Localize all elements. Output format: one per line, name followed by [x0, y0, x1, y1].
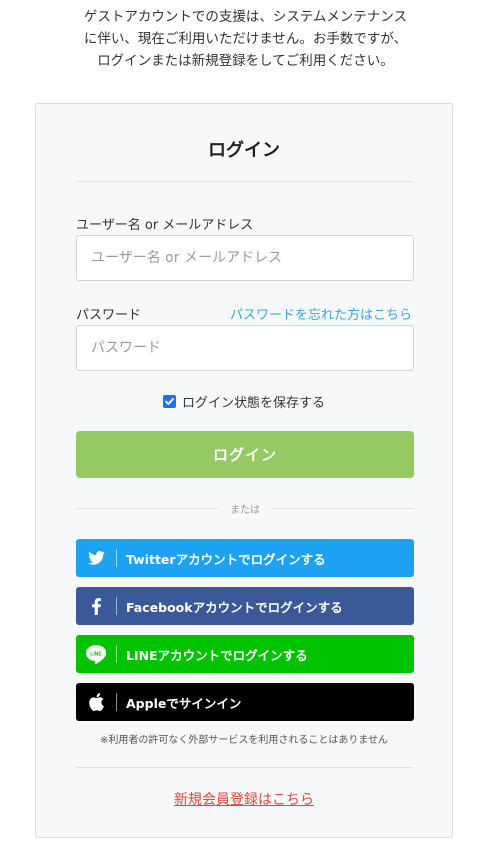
title-divider — [76, 181, 413, 182]
maintenance-notice: ゲストアカウントでの支援は、システムメンテナンス に伴い、現在ご利用いただけませ… — [0, 6, 491, 72]
separator — [116, 597, 117, 615]
register-link[interactable]: 新規会員登録はこちら — [36, 789, 452, 809]
line-login-label: LINEアカウントでログインする — [126, 647, 308, 663]
line-login-button[interactable]: LINE LINEアカウントでログインする — [76, 635, 414, 673]
separator — [116, 645, 117, 663]
login-card: ログイン ユーザー名 or メールアドレス パスワード パスワードを忘れた方はこ… — [35, 103, 453, 838]
password-input[interactable] — [76, 325, 414, 371]
login-button[interactable]: ログイン — [76, 431, 414, 478]
privacy-note: ※利用者の許可なく外部サービスを利用されることはありません — [99, 735, 389, 746]
apple-logo-icon — [76, 683, 116, 721]
notice-line: ログインまたは新規登録をしてご利用ください。 — [97, 53, 394, 69]
forgot-password-link[interactable]: パスワードを忘れた方はこちら — [230, 304, 412, 323]
notice-line: ゲストアカウントでの支援は、システムメンテナンス — [83, 9, 408, 25]
password-label: パスワード — [76, 308, 142, 323]
footer-divider — [76, 767, 413, 768]
username-input[interactable] — [76, 235, 414, 281]
svg-text:LINE: LINE — [90, 651, 102, 657]
facebook-f-icon — [76, 587, 116, 625]
or-divider: または — [76, 501, 414, 516]
line-logo-icon: LINE — [76, 635, 116, 673]
apple-login-label: Appleでサインイン — [126, 695, 242, 711]
remember-me-label[interactable]: ログイン状態を保存する — [182, 392, 325, 411]
login-title: ログイン — [208, 140, 280, 161]
apple-login-button[interactable]: Appleでサインイン — [76, 683, 414, 721]
separator — [116, 549, 117, 567]
notice-line: に伴い、現在ご利用いただけません。お手数ですが、 — [83, 31, 408, 47]
username-label: ユーザー名 or メールアドレス — [76, 218, 254, 233]
or-text: または — [230, 504, 260, 516]
twitter-login-label: Twitterアカウントでログインする — [126, 551, 326, 567]
facebook-login-label: Facebookアカウントでログインする — [126, 599, 343, 615]
remember-me-checkbox[interactable] — [162, 395, 176, 408]
facebook-login-button[interactable]: Facebookアカウントでログインする — [76, 587, 414, 625]
divider-line — [76, 507, 218, 509]
twitter-bird-icon — [76, 539, 116, 577]
separator — [116, 693, 117, 711]
twitter-login-button[interactable]: Twitterアカウントでログインする — [76, 539, 414, 577]
remember-me-row: ログイン状態を保存する — [36, 392, 452, 411]
divider-line — [272, 507, 414, 509]
checkmark-icon — [165, 398, 174, 405]
